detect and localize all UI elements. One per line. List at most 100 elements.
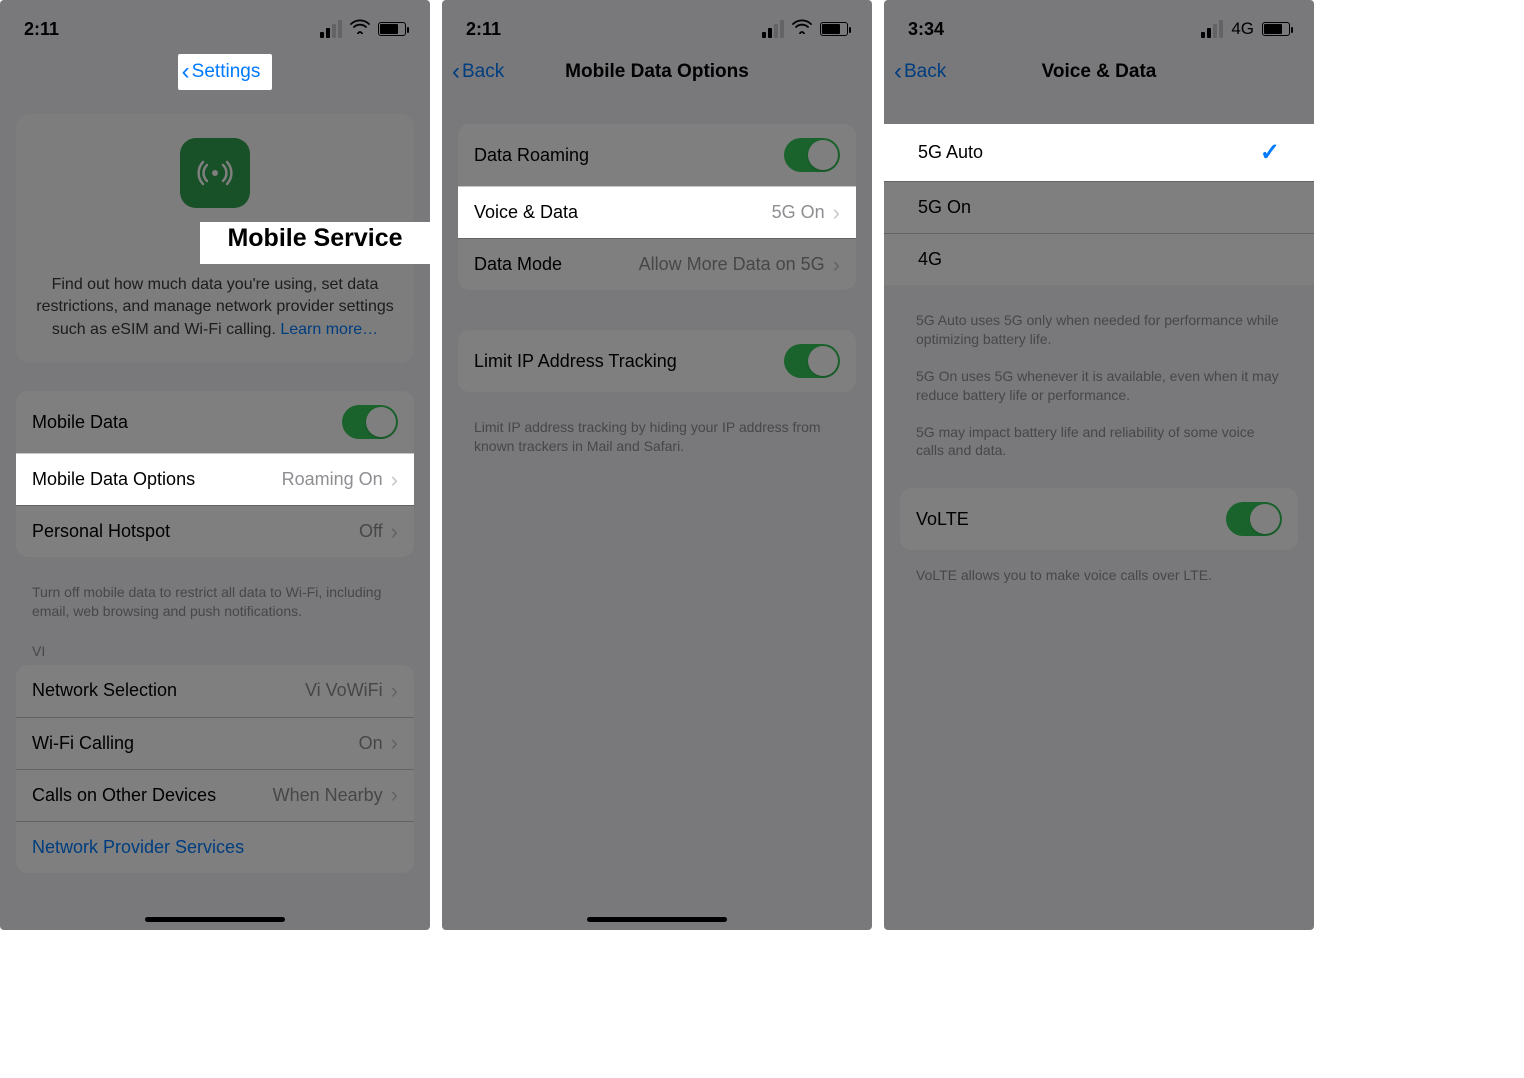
row-mobile-data-options[interactable]: Mobile Data Options Roaming On › (16, 453, 414, 505)
check-icon: ✓ (1260, 138, 1280, 167)
network-selection-value: Vi VoWiFi (305, 680, 383, 701)
option-label: 4G (918, 249, 1280, 270)
signal-icon (1201, 20, 1223, 38)
personal-hotspot-value: Off (359, 521, 383, 542)
battery-icon (820, 22, 848, 36)
mobile-data-toggle[interactable] (342, 405, 398, 439)
wifi-calling-label: Wi-Fi Calling (32, 733, 359, 754)
back-button[interactable]: ‹ Back (452, 60, 504, 84)
back-label: Back (462, 61, 504, 83)
antenna-icon (180, 138, 250, 208)
group-data-options: Data Roaming Voice & Data 5G On › Data M… (458, 124, 856, 290)
row-limit-ip[interactable]: Limit IP Address Tracking (458, 330, 856, 392)
back-label: Back (904, 61, 946, 83)
battery-icon (378, 22, 406, 36)
group-network-mode: 5G Auto ✓ 5G On 4G (884, 124, 1314, 285)
network-type: 4G (1231, 19, 1254, 39)
network-provider-label: Network Provider Services (32, 837, 398, 858)
battery-icon (1262, 22, 1290, 36)
footer-mobile-data: Turn off mobile data to restrict all dat… (0, 577, 430, 639)
back-button[interactable]: ‹ Back (894, 60, 946, 84)
page-title: Mobile Service (227, 224, 402, 253)
panel-voice-and-data: 3:34 4G ‹ Back Voice & Data 5G Auto ✓ 5G… (884, 0, 1314, 930)
data-roaming-toggle[interactable] (784, 138, 840, 172)
chevron-right-icon: › (391, 469, 398, 491)
status-bar: 2:11 (442, 0, 872, 50)
home-indicator (145, 917, 285, 922)
row-network-selection[interactable]: Network Selection Vi VoWiFi › (16, 665, 414, 717)
clock: 2:11 (466, 19, 501, 40)
row-wifi-calling[interactable]: Wi-Fi Calling On › (16, 717, 414, 769)
chevron-right-icon: › (833, 254, 840, 276)
personal-hotspot-label: Personal Hotspot (32, 521, 359, 542)
footer-volte: VoLTE allows you to make voice calls ove… (884, 560, 1314, 603)
group-volte: VoLTE (900, 488, 1298, 550)
chevron-right-icon: › (391, 521, 398, 543)
chevron-left-icon: ‹ (452, 60, 460, 84)
section-header-vi: VI (0, 639, 430, 665)
panel-mobile-service: 2:11 ‹ Settings Mobile Service Find out (0, 0, 430, 930)
hero-card: Mobile Service Find out how much data yo… (16, 114, 414, 363)
row-calls-other-devices[interactable]: Calls on Other Devices When Nearby › (16, 769, 414, 821)
data-mode-label: Data Mode (474, 254, 639, 275)
chevron-right-icon: › (391, 732, 398, 754)
footer-limit-ip: Limit IP address tracking by hiding your… (442, 412, 872, 474)
row-volte[interactable]: VoLTE (900, 488, 1298, 550)
calls-other-label: Calls on Other Devices (32, 785, 273, 806)
volte-label: VoLTE (916, 509, 1226, 530)
network-selection-label: Network Selection (32, 680, 305, 701)
nav-bar: ‹ Back Mobile Data Options (442, 50, 872, 94)
option-5g-on[interactable]: 5G On (884, 181, 1314, 233)
calls-other-value: When Nearby (273, 785, 383, 806)
mobile-data-options-label: Mobile Data Options (32, 469, 282, 490)
row-data-mode[interactable]: Data Mode Allow More Data on 5G › (458, 238, 856, 290)
back-label: Settings (192, 61, 261, 83)
explain-5g-on: 5G On uses 5G whenever it is available, … (884, 367, 1314, 423)
option-4g[interactable]: 4G (884, 233, 1314, 285)
explain-5g-auto: 5G Auto uses 5G only when needed for per… (884, 305, 1314, 367)
explain-5g-impact: 5G may impact battery life and reliabili… (884, 423, 1314, 479)
row-data-roaming[interactable]: Data Roaming (458, 124, 856, 186)
voice-data-label: Voice & Data (474, 202, 772, 223)
chevron-left-icon: ‹ (894, 60, 902, 84)
volte-toggle[interactable] (1226, 502, 1282, 536)
chevron-right-icon: › (391, 784, 398, 806)
home-indicator (587, 917, 727, 922)
chevron-right-icon: › (833, 202, 840, 224)
group-mobile-data: Mobile Data Mobile Data Options Roaming … (16, 391, 414, 557)
row-personal-hotspot[interactable]: Personal Hotspot Off › (16, 505, 414, 557)
mobile-data-options-value: Roaming On (282, 469, 383, 490)
chevron-left-icon: ‹ (182, 60, 190, 84)
signal-icon (762, 20, 784, 38)
clock: 2:11 (24, 19, 59, 40)
row-network-provider-services[interactable]: Network Provider Services (16, 821, 414, 873)
hero-description: Find out how much data you're using, set… (34, 274, 396, 341)
nav-bar: ‹ Back Voice & Data (884, 50, 1314, 94)
wifi-icon (792, 19, 812, 39)
limit-ip-label: Limit IP Address Tracking (474, 351, 784, 372)
panel-mobile-data-options: 2:11 ‹ Back Mobile Data Options Data Roa… (442, 0, 872, 930)
back-button[interactable]: ‹ Settings (178, 54, 273, 90)
row-voice-data[interactable]: Voice & Data 5G On › (458, 186, 856, 238)
group-limit-ip: Limit IP Address Tracking (458, 330, 856, 392)
nav-bar: ‹ Settings (0, 50, 430, 94)
page-title: Mobile Data Options (565, 61, 749, 83)
clock: 3:34 (908, 19, 944, 40)
learn-more-link[interactable]: Learn more… (280, 321, 378, 338)
option-label: 5G Auto (918, 142, 1260, 163)
signal-icon (320, 20, 342, 38)
status-bar: 3:34 4G (884, 0, 1314, 50)
limit-ip-toggle[interactable] (784, 344, 840, 378)
page-title: Voice & Data (1042, 61, 1157, 83)
mobile-data-label: Mobile Data (32, 412, 342, 433)
data-mode-value: Allow More Data on 5G (639, 254, 825, 275)
group-network: Network Selection Vi VoWiFi › Wi-Fi Call… (16, 665, 414, 873)
voice-data-value: 5G On (772, 202, 825, 223)
wifi-icon (350, 19, 370, 39)
chevron-right-icon: › (391, 680, 398, 702)
wifi-calling-value: On (359, 733, 383, 754)
option-5g-auto[interactable]: 5G Auto ✓ (884, 124, 1314, 181)
row-mobile-data[interactable]: Mobile Data (16, 391, 414, 453)
status-bar: 2:11 (0, 0, 430, 50)
option-label: 5G On (918, 197, 1280, 218)
